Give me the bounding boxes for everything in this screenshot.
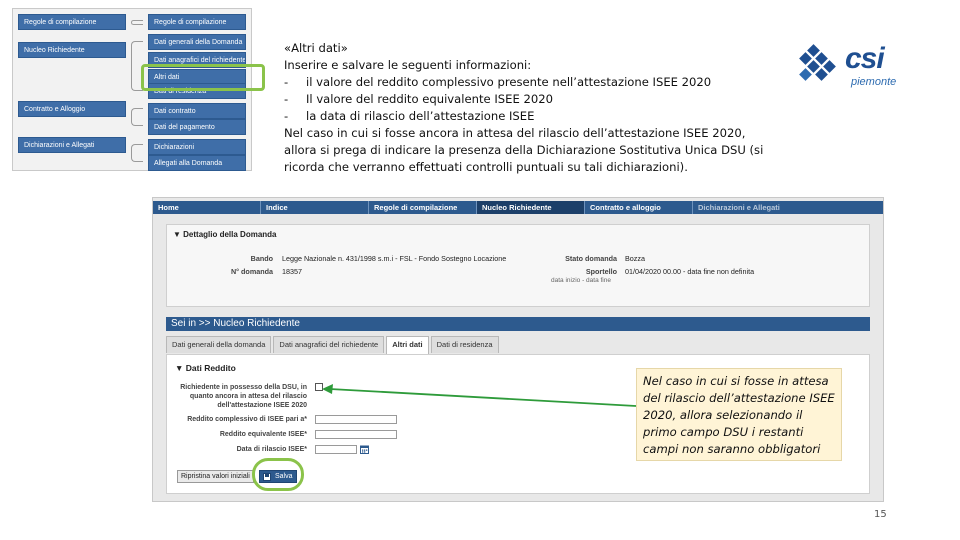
reset-button[interactable]: Ripristina valori iniziali	[177, 470, 254, 483]
csi-logo: csi piemonte	[795, 42, 905, 94]
thumb-connector	[131, 108, 143, 126]
sub-tabs: Dati generali della domanda Dati anagraf…	[166, 336, 501, 354]
stato-domanda-value: Bozza	[625, 254, 645, 263]
dsu-checkbox[interactable]	[315, 383, 323, 391]
instructions-bullet: - Il valore del reddito equivalente ISEE…	[284, 91, 764, 108]
csi-logo-mark-icon	[799, 44, 836, 81]
reddito-equivalente-input[interactable]	[315, 430, 397, 439]
tab-home[interactable]: Home	[153, 201, 261, 214]
dsu-label: Richiedente in possesso della DSU, in qu…	[180, 384, 307, 409]
tab-regole[interactable]: Regole di compilazione	[369, 201, 477, 214]
bullet-marker: -	[284, 75, 289, 89]
bullet-text: Il valore del reddito equivalente ISEE 2…	[306, 92, 553, 106]
bullet-text: il valore del reddito complessivo presen…	[306, 75, 712, 89]
detail-panel: ▼ Dettaglio della Domanda Bando Legge Na…	[166, 224, 870, 307]
thumb-item-dati-pagamento: Dati del pagamento	[148, 119, 246, 135]
main-tabs: Home Indice Regole di compilazione Nucle…	[153, 201, 883, 214]
logo-word: csi	[845, 42, 885, 75]
thumb-node-regole: Regole di compilazione	[18, 14, 126, 30]
stato-domanda-label: Stato domanda	[565, 254, 617, 263]
sportello-sublabel: data inizio - data fine	[551, 277, 611, 284]
thumb-item-allegati: Allegati alla Domanda	[148, 155, 246, 171]
tab-nucleo-richiedente[interactable]: Nucleo Richiedente	[477, 201, 585, 214]
numero-domanda-value: 18357	[282, 267, 302, 276]
form-title[interactable]: ▼ Dati Reddito	[175, 363, 236, 373]
bando-label: Bando	[250, 254, 273, 263]
tab-indice[interactable]: Indice	[261, 201, 369, 214]
instructions: «Altri dati» Inserire e salvare le segue…	[284, 40, 764, 176]
tab-contratto-alloggio[interactable]: Contratto e alloggio	[585, 201, 693, 214]
thumb-item-dichiarazioni: Dichiarazioni	[148, 139, 246, 155]
instructions-bullet: - il valore del reddito complessivo pres…	[284, 74, 764, 91]
thumb-node-contratto: Contratto e Alloggio	[18, 101, 126, 117]
logo-subtitle: piemonte	[851, 76, 897, 88]
thumb-connector	[131, 20, 143, 25]
calendar-icon[interactable]	[360, 445, 369, 454]
reddito-complessivo-input[interactable]	[315, 415, 397, 424]
reddito-complessivo-label: Reddito complessivo di ISEE pari a*	[187, 416, 307, 423]
thumb-item-dati-generali: Dati generali della Domanda	[148, 34, 246, 50]
bullet-marker: -	[284, 109, 289, 123]
bullet-marker: -	[284, 92, 289, 106]
data-rilascio-input[interactable]	[315, 445, 357, 454]
highlight-altri-dati	[141, 64, 265, 91]
reddito-equivalente-label: Reddito equivalente ISEE*	[219, 431, 307, 438]
data-rilascio-label: Data di rilascio ISEE*	[236, 446, 307, 453]
instructions-title: «Altri dati»	[284, 41, 348, 55]
bando-value: Legge Nazionale n. 431/1998 s.m.i - FSL …	[282, 254, 507, 263]
instructions-bullet: - la data di rilascio dell’attestazione …	[284, 108, 764, 125]
thumb-node-dichiarazioni: Dichiarazioni e Allegati	[18, 137, 126, 153]
thumb-item-dati-contratto: Dati contratto	[148, 103, 246, 119]
tab-dichiarazioni-allegati[interactable]: Dichiarazioni e Allegati	[693, 201, 883, 214]
subtab-dati-anagrafici[interactable]: Dati anagrafici del richiedente	[273, 336, 385, 353]
section-breadcrumb: Sei in >> Nucleo Richiedente	[166, 317, 870, 331]
sportello-label: Sportello	[585, 267, 617, 276]
thumb-connector	[131, 144, 143, 162]
numero-domanda-label: N° domanda	[230, 267, 273, 276]
subtab-dati-generali[interactable]: Dati generali della domanda	[166, 336, 272, 353]
detail-panel-title[interactable]: ▼ Dettaglio della Domanda	[173, 230, 277, 239]
navigation-thumbnail: Regole di compilazione Nucleo Richiedent…	[12, 8, 265, 171]
thumb-node-nucleo: Nucleo Richiedente	[18, 42, 126, 58]
callout-note: Nel caso in cui si fosse in attesa del r…	[636, 368, 842, 461]
highlight-save-button	[252, 458, 304, 491]
instructions-intro: Inserire e salvare le seguenti informazi…	[284, 58, 532, 72]
bullet-text: la data di rilascio dell’attestazione IS…	[306, 109, 535, 123]
subtab-dati-residenza[interactable]: Dati di residenza	[430, 336, 499, 353]
sportello-value: 01/04/2020 00.00 - data fine non definit…	[625, 267, 755, 276]
instructions-note: Nel caso in cui si fosse ancora in attes…	[284, 126, 764, 174]
thumb-item-regole: Regole di compilazione	[148, 14, 246, 30]
page-number: 15	[874, 509, 887, 520]
subtab-altri-dati[interactable]: Altri dati	[386, 336, 429, 354]
